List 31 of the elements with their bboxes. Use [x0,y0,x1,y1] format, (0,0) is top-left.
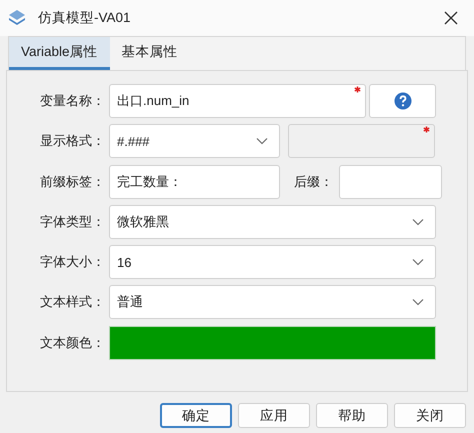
field-label: 显示格式： [39,132,106,150]
layers-icon [8,9,26,27]
input-field[interactable]: 出口.num_in [109,84,366,118]
color-swatch[interactable] [109,326,436,360]
field-label: 前缀标签： [39,172,106,191]
chevron-down-icon[interactable] [412,298,424,306]
dropdown[interactable]: 16 [109,245,436,280]
input-field[interactable] [339,164,442,199]
input-field[interactable]: 完工数量： [109,164,280,199]
dropdown[interactable]: 普通 [109,285,436,320]
chevron-down-icon[interactable] [412,258,424,266]
field-label: 变量名称： [39,92,106,110]
dropdown[interactable]: 微软雅黑 [109,204,436,239]
field-label: 字体类型： [39,212,106,231]
field-label: 文本样式： [39,293,106,312]
field-label: 字体大小： [39,253,106,272]
tab[interactable]: Variable属性 [9,37,110,70]
help-button[interactable] [369,84,436,118]
dialog-button[interactable]: 帮助 [316,403,388,428]
dropdown[interactable]: #.### [109,124,280,158]
tab[interactable]: 基本属性 [110,37,190,70]
field-label: 文本颜色： [39,334,106,352]
dialog-button[interactable]: 关闭 [394,403,466,428]
chevron-down-icon[interactable] [412,218,424,226]
close-icon[interactable] [444,11,458,25]
dialog-button[interactable]: 确定 [160,403,232,428]
field-label: 后缀： [294,172,333,191]
help-icon [394,92,412,110]
chevron-down-icon[interactable] [256,137,268,146]
dialog-button[interactable]: 应用 [238,403,310,428]
window-title: 仿真模型-VA01 [38,9,132,27]
